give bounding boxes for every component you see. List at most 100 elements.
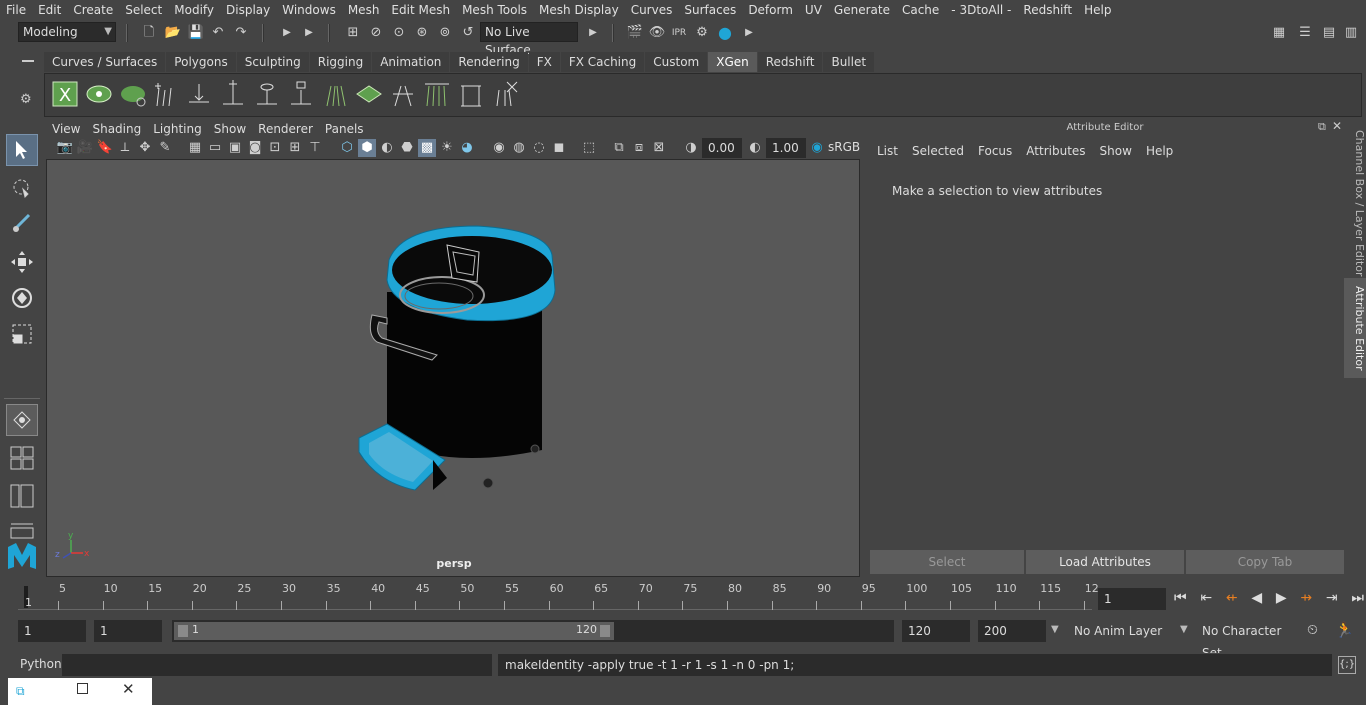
modeling-toolkit-icon[interactable]: ☰ [1296,24,1314,42]
menu-edit[interactable]: Edit [32,0,67,20]
menu-redshift[interactable]: Redshift [1017,0,1078,20]
ae-menu-list[interactable]: List [870,142,905,160]
workspace-icon[interactable]: ▦ [1270,24,1288,42]
collapse-arrow-icon[interactable]: ▶ [300,24,318,42]
exposure-field[interactable]: 0.00 [702,138,742,158]
step-back-frame-icon[interactable]: ⇷ [1226,590,1238,606]
menu-uv[interactable]: UV [799,0,828,20]
snap-view-icon[interactable]: ⊛ [413,24,431,42]
menu-display[interactable]: Display [220,0,276,20]
ipr-render-icon[interactable]: IPR [670,24,688,42]
tab-redshift[interactable]: Redshift [757,52,823,72]
film-gate-icon[interactable]: ▭ [206,139,224,157]
ae-menu-selected[interactable]: Selected [905,142,971,160]
gamma-field[interactable]: 1.00 [766,138,806,158]
tab-rigging[interactable]: Rigging [309,52,372,72]
menu-curves[interactable]: Curves [625,0,679,20]
menu-mesh-display[interactable]: Mesh Display [533,0,625,20]
attribute-editor-toggle-icon[interactable]: ▤ [1320,24,1338,42]
script-editor-icon[interactable]: {;} [1338,656,1356,674]
tab-animation[interactable]: Animation [372,52,450,72]
gate-mask-icon[interactable]: ◙ [246,139,264,157]
command-input[interactable] [62,654,492,676]
motion-blur-icon[interactable]: ◉ [490,139,508,157]
viewport-menu-shading[interactable]: Shading [86,120,147,138]
play-backward-icon[interactable]: ◀ [1251,590,1262,606]
menu-generate[interactable]: Generate [828,0,896,20]
current-frame-field[interactable]: 1 [1098,588,1166,610]
go-to-start-icon[interactable]: ⏮ [1174,590,1187,606]
menu-help[interactable]: Help [1078,0,1117,20]
delete-guides-icon[interactable] [491,80,521,110]
time-slider[interactable]: 1 5 10 15 20 25 30 35 40 45 50 55 60 65 70 75 80 85 90 95 1… [18,582,1099,610]
start-time-field[interactable]: 1 [18,620,86,642]
tab-fx[interactable]: FX [528,52,560,72]
play-forward-icon[interactable]: ▶ [1276,590,1287,606]
depth-of-field-icon[interactable]: ◌ [530,139,548,157]
menu-windows[interactable]: Windows [276,0,342,20]
multisample-aa-icon[interactable]: ◍ [510,139,528,157]
persp-outliner-layout-icon[interactable] [6,480,38,512]
color-management-icon[interactable]: ◉ [808,139,826,157]
tab-sculpting[interactable]: Sculpting [236,52,309,72]
snap-live-icon[interactable]: ↺ [459,24,477,42]
snap-surface-icon[interactable]: ⊚ [436,24,454,42]
xray-joints-icon[interactable]: ⧉ [610,139,628,157]
move-tool-icon[interactable] [6,246,38,278]
ae-menu-show[interactable]: Show [1093,142,1139,160]
viewport-menu-panels[interactable]: Panels [319,120,370,138]
select-tool-icon[interactable] [6,134,38,166]
command-language-label[interactable]: Python [20,657,62,671]
menu-cache[interactable]: Cache [896,0,945,20]
camera-select-icon[interactable]: 📷 [56,139,74,157]
use-all-lights-icon[interactable]: ▩ [418,139,436,157]
move-guide-icon[interactable] [185,80,215,110]
snap-point-icon[interactable]: ⊙ [390,24,408,42]
tab-fx-caching[interactable]: FX Caching [560,52,645,72]
open-scene-icon[interactable]: 📂 [164,24,182,42]
playback-end-field[interactable]: 120 [902,620,970,642]
menu-deform[interactable]: Deform [742,0,799,20]
select-button[interactable]: Select [870,550,1024,574]
lock-guide-icon[interactable] [287,80,317,110]
sculpt-guides-icon[interactable] [321,80,351,110]
wireframe-on-shaded-icon[interactable]: ◐ [378,139,396,157]
render-view-icon[interactable]: 👁 [648,24,666,42]
render-settings-icon[interactable]: ⚙ [693,24,711,42]
menu-edit-mesh[interactable]: Edit Mesh [385,0,456,20]
image-plane-icon[interactable]: ⟂ [116,139,134,157]
maximize-icon[interactable] [77,683,88,694]
viewport-menu-renderer[interactable]: Renderer [252,120,319,138]
snap-curve-icon[interactable]: ⊘ [367,24,385,42]
tab-curves-surfaces[interactable]: Curves / Surfaces [44,52,166,72]
live-surface-field[interactable]: No Live Surface [480,22,578,57]
close-icon[interactable]: ✕ [1332,119,1342,133]
exposure-icon[interactable]: ◑ [682,139,700,157]
menu-select[interactable]: Select [119,0,168,20]
undo-icon[interactable]: ↶ [209,24,227,42]
load-attributes-button[interactable]: Load Attributes [1026,550,1184,574]
bookmark-icon[interactable]: 🔖 [96,139,114,157]
two-d-pan-icon[interactable]: ✥ [136,139,154,157]
viewport-menu-show[interactable]: Show [208,120,252,138]
shadows-icon[interactable]: ☀ [438,139,456,157]
redo-icon[interactable]: ↷ [232,24,250,42]
tab-polygons[interactable]: Polygons [166,52,236,72]
perspective-viewport[interactable]: y x z persp [46,159,860,577]
channel-box-toggle-icon[interactable]: ▥ [1342,24,1360,42]
resolution-gate-icon[interactable]: ▣ [226,139,244,157]
chevron-down-icon[interactable]: ▼ [1051,624,1059,635]
guide-visibility-icon[interactable] [253,80,283,110]
channel-box-tab[interactable]: Channel Box / Layer Editor [1344,128,1366,278]
xgen-preview-icon[interactable] [85,80,115,110]
maya-window-icon[interactable]: ⧉ [16,684,25,699]
color-space-label[interactable]: sRGB [828,140,860,154]
textured-icon[interactable]: ⬣ [398,139,416,157]
playback-start-field[interactable]: 1 [94,620,162,642]
step-forward-key-icon[interactable]: ⇥ [1326,590,1338,606]
save-scene-icon[interactable]: 💾 [187,24,205,42]
ae-menu-help[interactable]: Help [1139,142,1180,160]
go-to-end-icon[interactable]: ⏭ [1351,590,1364,606]
menu-modify[interactable]: Modify [168,0,220,20]
viewport-menu-lighting[interactable]: Lighting [147,120,208,138]
